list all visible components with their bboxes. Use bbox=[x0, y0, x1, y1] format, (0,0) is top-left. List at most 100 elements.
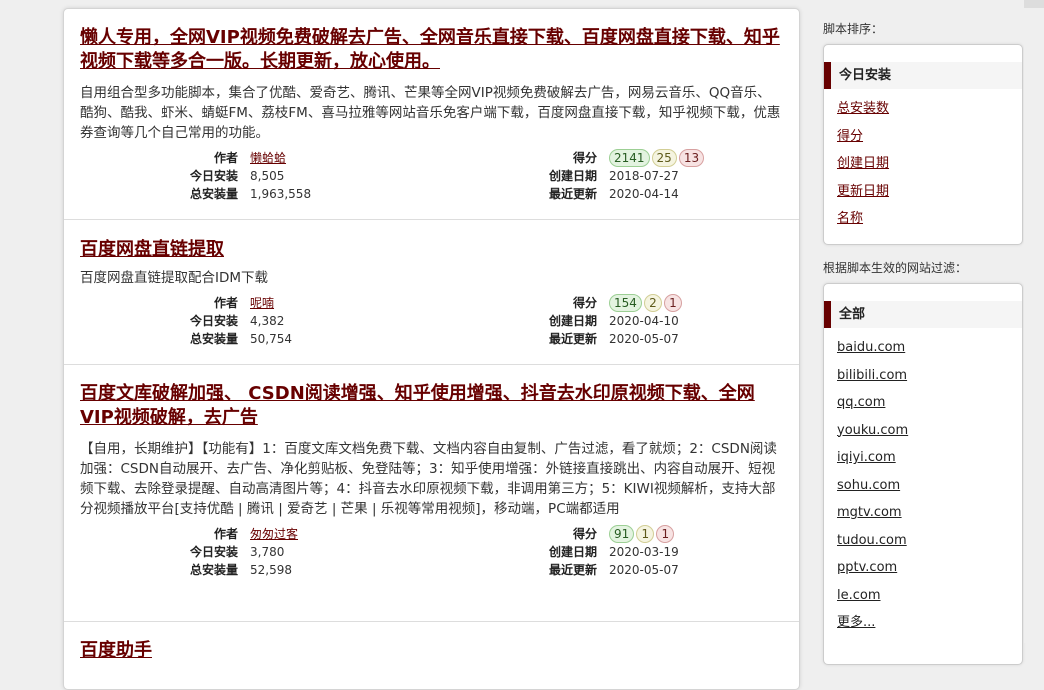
total-installs-label: 总安装量 bbox=[189, 187, 238, 201]
sort-option-link[interactable]: 更新日期 bbox=[837, 184, 889, 199]
daily-installs-label: 今日安装 bbox=[189, 314, 238, 328]
total-installs: 52,598 bbox=[250, 563, 292, 577]
site-filter-option: qq.com bbox=[837, 389, 1022, 417]
site-filter-link[interactable]: 更多... bbox=[837, 615, 875, 630]
created-date: 2018-07-27 bbox=[609, 169, 679, 183]
daily-installs-label: 今日安装 bbox=[189, 545, 238, 559]
script-title-link[interactable]: 百度网盘直链提取 bbox=[80, 239, 224, 260]
good-rating-badge: 154 bbox=[609, 294, 642, 312]
sort-option-link[interactable]: 总安装数 bbox=[837, 101, 889, 116]
bad-rating-badge: 13 bbox=[678, 149, 705, 167]
updated-label: 最近更新 bbox=[548, 563, 597, 577]
updated-date: 2020-05-07 bbox=[609, 563, 679, 577]
site-filter-link[interactable]: youku.com bbox=[837, 423, 908, 438]
updated-date: 2020-05-07 bbox=[609, 332, 679, 346]
total-installs-label: 总安装量 bbox=[189, 332, 238, 346]
script-description: 自用组合型多功能脚本，集合了优酷、爱奇艺、腾讯、芒果等全网VIP视频免费破解去广… bbox=[80, 85, 781, 141]
site-filter-link[interactable]: baidu.com bbox=[837, 340, 905, 355]
sort-option: 得分 bbox=[837, 123, 1022, 151]
site-filter-current: 全部 bbox=[824, 301, 1022, 328]
site-filter-box: 全部 baidu.com bilibili.com qq.com youku.com i… bbox=[823, 283, 1023, 665]
daily-installs: 8,505 bbox=[250, 169, 285, 183]
updated-label: 最近更新 bbox=[548, 332, 597, 346]
script-description: 百度网盘直链提取配合IDM下载 bbox=[80, 270, 269, 286]
total-installs-label: 总安装量 bbox=[189, 563, 238, 577]
score-label: 得分 bbox=[572, 151, 597, 165]
good-rating-badge: 91 bbox=[609, 525, 635, 543]
daily-installs: 4,382 bbox=[250, 314, 285, 328]
sort-option: 更新日期 bbox=[837, 178, 1022, 206]
ok-rating-badge: 1 bbox=[636, 525, 655, 543]
site-filter-option: pptv.com bbox=[837, 554, 1022, 582]
sort-option-link[interactable]: 名称 bbox=[837, 211, 863, 226]
script-meta: 作者 呢喃 今日安装 4,382 总安装量 50,754 得分 154 2 1 创建日期 20… bbox=[80, 294, 783, 352]
ok-rating-badge: 25 bbox=[651, 149, 677, 167]
author-label: 作者 bbox=[213, 527, 238, 541]
created-date: 2020-04-10 bbox=[609, 314, 679, 328]
author-link[interactable]: 懒蛤蛤 bbox=[250, 151, 286, 165]
script-item: 百度文库破解加强、 CSDN阅读增强、知乎使用增强、抖音去水印原视频下载、全网V… bbox=[64, 365, 799, 622]
site-filter-link[interactable]: qq.com bbox=[837, 395, 885, 410]
daily-installs-label: 今日安装 bbox=[189, 169, 238, 183]
site-filter-options: baidu.com bilibili.com qq.com youku.com iqiy… bbox=[824, 328, 1022, 637]
site-filter-option: sohu.com bbox=[837, 472, 1022, 500]
ok-rating-badge: 2 bbox=[643, 294, 662, 312]
author-link[interactable]: 呢喃 bbox=[250, 296, 274, 310]
script-title: 百度网盘直链提取 bbox=[80, 220, 783, 262]
good-rating-badge: 2141 bbox=[609, 149, 650, 167]
sort-option: 总安装数 bbox=[837, 95, 1022, 123]
sort-options: 总安装数得分创建日期更新日期名称 bbox=[824, 89, 1022, 233]
script-title-link[interactable]: 百度文库破解加强、 CSDN阅读增强、知乎使用增强、抖音去水印原视频下载、全网V… bbox=[80, 383, 755, 428]
script-item: 百度助手 bbox=[64, 622, 799, 682]
updated-label: 最近更新 bbox=[548, 187, 597, 201]
created-label: 创建日期 bbox=[548, 314, 597, 328]
script-description: 【自用，长期维护】【功能有】1：百度文库文档免费下载、文档内容自由复制、广告过滤… bbox=[80, 441, 777, 517]
site-filter-option: 更多... bbox=[837, 609, 1022, 637]
bad-rating-badge: 1 bbox=[663, 294, 682, 312]
script-item: 懒人专用，全网VIP视频免费破解去广告、全网音乐直接下载、百度网盘直接下载、知乎… bbox=[64, 9, 799, 220]
script-title-link[interactable]: 懒人专用，全网VIP视频免费破解去广告、全网音乐直接下载、百度网盘直接下载、知乎… bbox=[80, 27, 780, 72]
scrollbar-thumb[interactable] bbox=[1024, 0, 1044, 8]
site-filter-option: tudou.com bbox=[837, 527, 1022, 555]
script-meta: 作者 懒蛤蛤 今日安装 8,505 总安装量 1,963,558 得分 2141 25 13… bbox=[80, 149, 783, 207]
sort-option-link[interactable]: 创建日期 bbox=[837, 156, 889, 171]
site-filter-link[interactable]: le.com bbox=[837, 588, 881, 603]
site-filter-option: bilibili.com bbox=[837, 362, 1022, 390]
created-date: 2020-03-19 bbox=[609, 545, 679, 559]
scrollbar[interactable] bbox=[1024, 0, 1044, 643]
site-filter-link[interactable]: bilibili.com bbox=[837, 368, 907, 383]
daily-installs: 3,780 bbox=[250, 545, 285, 559]
created-label: 创建日期 bbox=[548, 169, 597, 183]
sort-box: 今日安装 总安装数得分创建日期更新日期名称 bbox=[823, 44, 1023, 245]
site-filter-link[interactable]: mgtv.com bbox=[837, 505, 902, 520]
created-label: 创建日期 bbox=[548, 545, 597, 559]
updated-date: 2020-04-14 bbox=[609, 187, 679, 201]
site-filter-link[interactable]: tudou.com bbox=[837, 533, 907, 548]
script-meta: 作者 匆匆过客 今日安装 3,780 总安装量 52,598 得分 91 1 1 创建日期 2… bbox=[80, 525, 783, 583]
total-installs: 1,963,558 bbox=[250, 187, 312, 201]
sort-heading: 脚本排序： bbox=[823, 22, 884, 36]
script-title: 百度文库破解加强、 CSDN阅读增强、知乎使用增强、抖音去水印原视频下载、全网V… bbox=[80, 365, 783, 430]
author-link[interactable]: 匆匆过客 bbox=[250, 527, 298, 541]
site-filter-link[interactable]: sohu.com bbox=[837, 478, 900, 493]
script-list: 懒人专用，全网VIP视频免费破解去广告、全网音乐直接下载、百度网盘直接下载、知乎… bbox=[63, 8, 800, 690]
site-filter-option: mgtv.com bbox=[837, 499, 1022, 527]
site-filter-option: iqiyi.com bbox=[837, 444, 1022, 472]
sort-option-link[interactable]: 得分 bbox=[837, 129, 863, 144]
script-title-link[interactable]: 百度助手 bbox=[80, 640, 152, 661]
score-label: 得分 bbox=[572, 296, 597, 310]
sort-option: 创建日期 bbox=[837, 150, 1022, 178]
site-filter-link[interactable]: iqiyi.com bbox=[837, 450, 896, 465]
site-filter-option: youku.com bbox=[837, 417, 1022, 445]
site-filter-option: le.com bbox=[837, 582, 1022, 610]
site-filter-option: baidu.com bbox=[837, 334, 1022, 362]
score-label: 得分 bbox=[572, 527, 597, 541]
sort-option: 名称 bbox=[837, 205, 1022, 233]
author-label: 作者 bbox=[213, 151, 238, 165]
bad-rating-badge: 1 bbox=[656, 525, 675, 543]
author-label: 作者 bbox=[213, 296, 238, 310]
total-installs: 50,754 bbox=[250, 332, 292, 346]
script-item: 百度网盘直链提取 百度网盘直链提取配合IDM下载 作者 呢喃 今日安装 4,382 … bbox=[64, 220, 799, 365]
site-filter-link[interactable]: pptv.com bbox=[837, 560, 897, 575]
sort-current: 今日安装 bbox=[824, 62, 1022, 89]
